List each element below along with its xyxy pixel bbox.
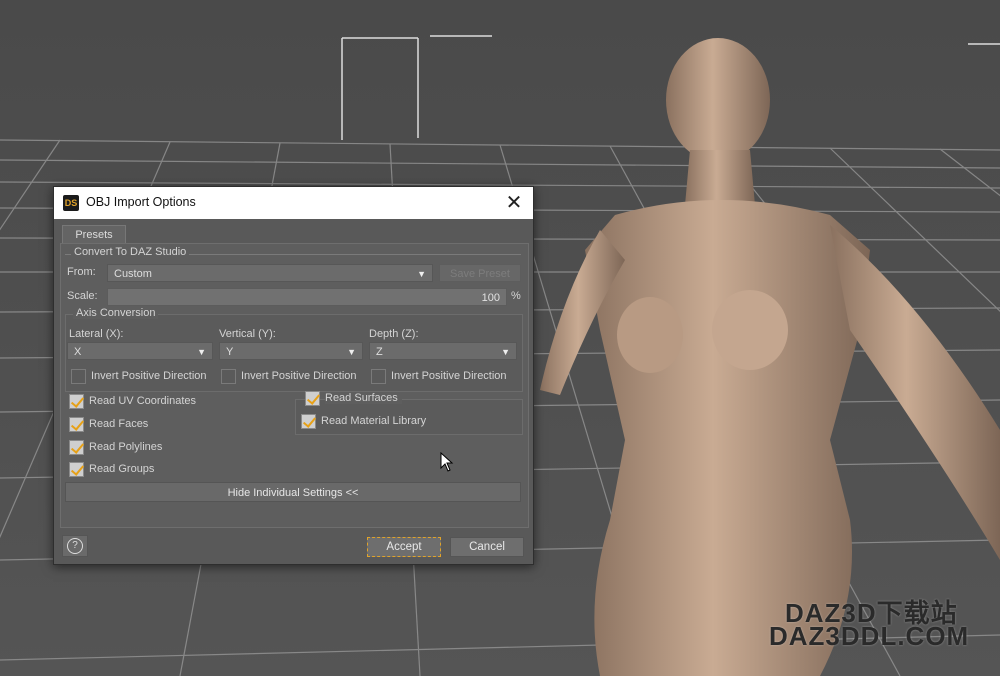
chevron-down-icon: ▼ <box>501 347 510 357</box>
read-uv-checkbox[interactable] <box>69 394 84 409</box>
convert-group-label: Convert To DAZ Studio <box>71 246 190 258</box>
read-faces-label: Read Faces <box>89 418 149 430</box>
invert-x-checkbox[interactable] <box>71 369 86 384</box>
read-groups-checkbox[interactable] <box>69 462 84 477</box>
depth-label: Depth (Z): <box>369 328 419 340</box>
scale-unit: % <box>511 290 521 302</box>
from-dropdown[interactable]: Custom ▼ <box>107 264 433 282</box>
lateral-dropdown[interactable]: X ▼ <box>67 342 213 360</box>
figure-model <box>540 38 1000 676</box>
read-surfaces-checkbox[interactable] <box>305 391 320 406</box>
tab-presets[interactable]: Presets <box>62 225 126 244</box>
from-value: Custom <box>114 268 152 280</box>
invert-y-checkbox[interactable] <box>221 369 236 384</box>
read-material-library-checkbox[interactable] <box>301 414 316 429</box>
vertical-label: Vertical (Y): <box>219 328 276 340</box>
save-preset-button[interactable]: Save Preset <box>439 264 521 282</box>
dialog-title: OBJ Import Options <box>86 195 196 209</box>
cancel-button[interactable]: Cancel <box>450 537 524 557</box>
read-uv-label: Read UV Coordinates <box>89 395 197 407</box>
chevron-down-icon: ▼ <box>417 269 426 279</box>
invert-z-checkbox[interactable] <box>371 369 386 384</box>
daz-studio-icon: DS <box>63 195 79 211</box>
from-label: From: <box>67 266 96 278</box>
lateral-label: Lateral (X): <box>69 328 124 340</box>
depth-dropdown[interactable]: Z ▼ <box>369 342 517 360</box>
watermark-line-2: DAZ3DDL.COM <box>769 621 970 651</box>
mouse-cursor-icon <box>440 452 454 472</box>
chevron-down-icon: ▼ <box>347 347 356 357</box>
chevron-down-icon: ▼ <box>197 347 206 357</box>
lateral-value: X <box>74 346 82 358</box>
hide-individual-settings-button[interactable]: Hide Individual Settings << <box>65 482 521 502</box>
close-button[interactable]: ✕ <box>501 190 527 216</box>
read-groups-label: Read Groups <box>89 463 155 475</box>
invert-x-label: Invert Positive Direction <box>91 370 207 382</box>
invert-y-label: Invert Positive Direction <box>241 370 357 382</box>
scale-slider[interactable]: 100 <box>107 288 507 306</box>
axis-group-label: Axis Conversion <box>73 307 159 319</box>
dialog-titlebar[interactable]: DS OBJ Import Options ✕ <box>54 187 533 219</box>
vertical-value: Y <box>226 346 234 358</box>
help-icon: ? <box>67 538 83 554</box>
dialog-body: Presets Convert To DAZ Studio From: Cust… <box>54 219 533 564</box>
read-polylines-checkbox[interactable] <box>69 440 84 455</box>
presets-panel: Convert To DAZ Studio From: Custom ▼ Sav… <box>60 243 529 528</box>
invert-z-label: Invert Positive Direction <box>391 370 507 382</box>
depth-value: Z <box>376 346 383 358</box>
read-polylines-label: Read Polylines <box>89 441 163 453</box>
vertical-dropdown[interactable]: Y ▼ <box>219 342 363 360</box>
accept-button[interactable]: Accept <box>367 537 441 557</box>
help-button[interactable]: ? <box>62 535 88 557</box>
read-faces-checkbox[interactable] <box>69 417 84 432</box>
read-material-library-label: Read Material Library <box>321 415 427 427</box>
scale-label: Scale: <box>67 290 98 302</box>
obj-import-dialog: DS OBJ Import Options ✕ Presets Convert … <box>53 186 534 565</box>
read-surfaces-label: Read Surfaces <box>325 392 402 404</box>
